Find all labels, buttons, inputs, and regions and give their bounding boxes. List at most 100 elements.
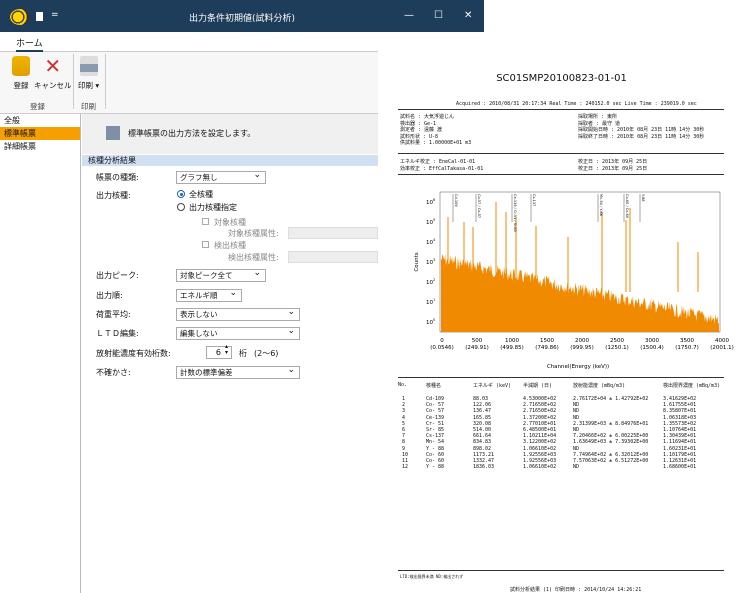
table-cell: 1.12631E+01 (663, 458, 697, 464)
x-tick-energy: (499.85) (500, 345, 524, 351)
detected-attr-field[interactable] (288, 251, 378, 263)
table-cell: 10 (402, 451, 409, 458)
output-nuclide-label: 出力核種: (96, 191, 131, 200)
y-axis-label: Counts (414, 252, 420, 271)
y-tick-exponent: 4 (433, 238, 436, 242)
table-cell: Cr- 51 (426, 420, 445, 427)
target-nuclide-label: 対象核種 (214, 218, 246, 227)
output-order-select[interactable]: エネルギ順 (176, 288, 242, 302)
y-tick-exponent: 0 (433, 318, 435, 322)
table-cell: Co- 60 (426, 458, 445, 464)
register-button[interactable]: 登録 (12, 56, 30, 91)
table-cell: 9 (402, 445, 406, 452)
x-tick-label: 1500 (540, 338, 554, 344)
chart-type-select[interactable]: グラフ無し (176, 170, 266, 184)
table-cell: 7 (402, 433, 406, 440)
sidebar-item-general[interactable]: 全般 (0, 114, 80, 127)
register-label: 登録 (13, 81, 29, 90)
database-icon (12, 56, 30, 76)
peak-label: Cd-109 (454, 194, 458, 207)
table-cell: ND (573, 402, 580, 409)
table-cell: 1836.03 (473, 464, 495, 471)
sidebar: 全般 標準帳票 詳細帳票 (0, 114, 81, 593)
sidebar-item-detailed-report[interactable]: 詳細帳票 (0, 140, 80, 153)
digits-stepper[interactable]: 6 (206, 346, 232, 359)
meta-line: 校正日 : 2013年 09月 25日 (578, 165, 648, 172)
banner-text: 標準帳票の出力方法を設定します。 (128, 129, 256, 138)
table-cell: 2.77010E+01 (523, 420, 557, 427)
section-header: 核種分析結果 (82, 155, 378, 166)
table-cell: 1332.47 (473, 458, 495, 464)
table-cell: Mn- 54 (426, 439, 445, 446)
table-cell: 1.11694E+01 (663, 439, 697, 446)
table-cell: ND (573, 414, 580, 421)
radio-all-nuclides[interactable] (177, 190, 185, 198)
table-cell: 7.20466E+02 ± 6.00225E+00 (573, 433, 649, 440)
table-cell: 834.83 (473, 439, 492, 446)
detected-attr-label: 検出核種属性: (228, 253, 279, 262)
divider (398, 109, 724, 110)
group-print-label: 印刷 (81, 102, 96, 111)
report-footer: 試料分析結果 (1) 印刷日時 : 2014/10/24 14:26:21 (510, 587, 642, 593)
x-tick-label: 1000 (505, 338, 519, 344)
sidebar-item-standard-report[interactable]: 標準帳票 (0, 127, 80, 140)
target-nuclide-checkbox[interactable] (202, 218, 209, 225)
tab-home[interactable]: ホーム (16, 36, 43, 52)
meta-line: 効率校正 : EffCalTakasa-01-01 (400, 165, 484, 172)
table-cell: Cs-137 (426, 433, 445, 440)
table-cell: 1.10179E+01 (663, 451, 697, 458)
digits-label: 放射能濃度有効桁数: (96, 349, 171, 358)
output-peak-select[interactable]: 対象ピーク全て (176, 268, 266, 282)
table-header: 半減期 (日) (523, 383, 553, 389)
table-cell: 1.10211E+04 (523, 433, 557, 440)
spectrum-series (441, 202, 719, 332)
ltd-label: ＬＴＤ編集: (96, 329, 139, 338)
stepper-arrows-icon[interactable]: ▴ ▾ (225, 344, 228, 356)
x-tick-label: 3500 (680, 338, 694, 344)
report-title: SC01SMP20100823-01-01 (496, 73, 627, 84)
table-cell: 8.35807E+01 (663, 408, 697, 415)
table-header: 検出限界濃度 (mBq/m3) (663, 383, 721, 389)
table-cell: Y - 88 (426, 464, 445, 471)
uncertainty-select[interactable]: 計数の標準偏差 (176, 365, 300, 379)
divider (398, 377, 724, 378)
minimize-button[interactable]: — (404, 10, 414, 21)
table-cell: 6.48500E+01 (523, 427, 557, 433)
ribbon: 登録 ✕ キャンセル 印刷 ▾ 登録 印刷 (0, 52, 378, 114)
peak-label: Co-60 / Co-60 (625, 194, 629, 218)
x-tick-label: 0 (440, 338, 444, 344)
radio-specify-nuclides[interactable] (177, 203, 185, 211)
detected-nuclide-checkbox[interactable] (202, 241, 209, 248)
table-cell: Ce-139 (426, 414, 445, 421)
load-avg-select[interactable]: 表示しない (176, 307, 300, 321)
table-cell: 136.47 (473, 408, 492, 415)
x-tick-label: 4000 (715, 338, 729, 344)
table-header: No. (398, 382, 408, 388)
report-icon (106, 126, 120, 140)
table-cell: 1.35573E+02 (663, 420, 697, 427)
cancel-x-icon: ✕ (44, 54, 62, 78)
table-cell: Co- 60 (426, 451, 445, 458)
output-peak-label: 出力ピーク: (96, 271, 139, 280)
target-attr-field[interactable] (288, 227, 378, 239)
table-cell: Co- 57 (426, 408, 445, 415)
ltd-select[interactable]: 編集しない (176, 326, 300, 340)
peak-label: Mn-54 / Y-88 (599, 194, 603, 216)
maximize-button[interactable]: ☐ (434, 10, 443, 21)
close-button[interactable]: ✕ (464, 10, 472, 21)
x-tick-energy: (2001.1) (710, 345, 734, 351)
table-cell: 1.92556E+03 (523, 458, 557, 464)
table-header: 放射能濃度 (mBq/m3) (573, 383, 626, 389)
cancel-button[interactable]: ✕ キャンセル (34, 56, 72, 91)
spectrum-area (441, 253, 719, 332)
table-cell: 3.41629E+02 (663, 396, 697, 402)
table-cell: 2.76172E+04 ± 1.42792E+02 (573, 396, 649, 402)
table-cell: 320.08 (473, 420, 492, 427)
x-tick-energy: (249.91) (465, 345, 489, 351)
y-tick-exponent: 3 (433, 258, 435, 262)
peak-label: Co-57 / Co-57 (477, 194, 481, 218)
print-button[interactable]: 印刷 ▾ (78, 56, 99, 91)
table-cell: 1.06610E+02 (523, 464, 557, 471)
x-tick-label: 3000 (645, 338, 659, 344)
divider (73, 54, 74, 109)
